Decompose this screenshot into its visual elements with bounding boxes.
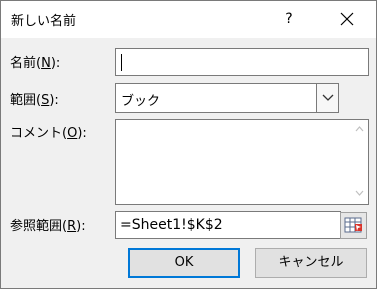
reference-label: 参照範囲(R): [10,219,86,234]
help-button[interactable]: ? [277,7,301,31]
comment-scrollbar[interactable] [351,120,368,204]
cancel-button[interactable]: キャンセル [255,248,367,278]
dialog-title: 新しい名前 [11,14,77,29]
reference-value: =Sheet1!$K$2 [120,217,223,233]
comment-textarea[interactable] [115,119,369,205]
close-button[interactable] [335,7,359,31]
scroll-down-icon [355,190,364,196]
range-select-icon [344,217,362,233]
scope-selected-value: ブック [121,94,161,109]
reference-input[interactable]: =Sheet1!$K$2 [115,211,341,239]
title-bar: 新しい名前 ? [1,1,376,38]
name-input[interactable] [115,48,369,76]
range-select-button[interactable] [340,212,367,239]
ok-button[interactable]: OK [128,248,240,278]
scope-label: 範囲(S): [10,93,59,108]
name-label: 名前(N): [10,56,61,71]
scope-dropdown-button[interactable] [316,83,339,113]
close-icon [340,12,354,26]
new-name-dialog: 新しい名前 ? 名前(N): 範囲(S): ブック コメント(O): 参照範囲(… [0,0,377,289]
comment-label: コメント(O): [10,126,87,141]
scroll-up-icon [355,126,364,132]
text-caret [121,54,122,71]
scope-select[interactable]: ブック [115,83,339,113]
chevron-down-icon [322,94,334,101]
